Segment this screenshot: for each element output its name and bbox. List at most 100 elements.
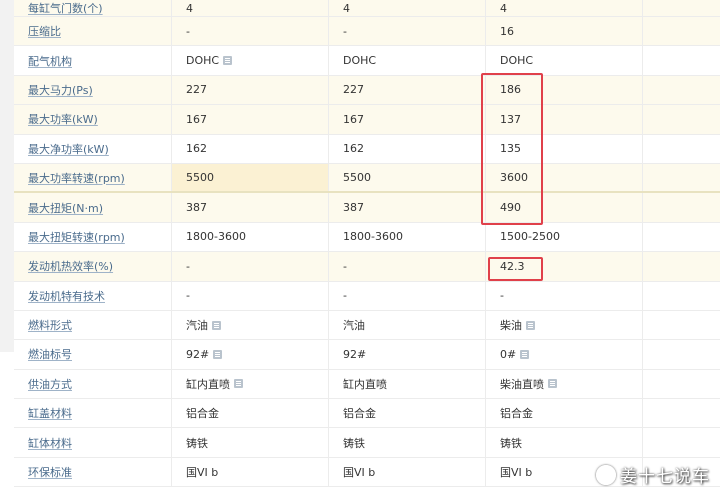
spec-value: 4 (172, 0, 329, 16)
spec-label[interactable]: 配气机构 (14, 46, 172, 75)
spec-value: 167 (329, 105, 486, 134)
spec-value: 387 (172, 193, 329, 222)
spec-label[interactable]: 供油方式 (14, 369, 172, 399)
spec-value-text: 1800-3600 (186, 230, 246, 244)
spec-value-text: 铸铁 (500, 436, 522, 450)
spec-label[interactable]: 压缩比 (14, 17, 172, 46)
info-tag-icon[interactable] (223, 56, 233, 66)
spec-value-text: - (343, 24, 347, 38)
spec-label[interactable]: 燃油标号 (14, 340, 172, 369)
spec-value-text: 135 (500, 142, 521, 156)
spec-value-text: 铸铁 (186, 436, 208, 450)
watermark-logo-icon (596, 465, 616, 485)
spec-value: - (486, 281, 643, 310)
table-row: 供油方式 缸内直喷 缸内直喷 柴油直喷 (14, 369, 720, 400)
watermark: 姜十七说车 (596, 462, 710, 487)
spec-table: 每缸气门数(个) 4 4 4 压缩比 - -16 配气机构 DOHC DOHC DOHC 最大马力(P… (14, 0, 720, 488)
info-tag-icon[interactable] (212, 320, 221, 330)
spec-value-text: - (186, 259, 190, 273)
spec-value: 国VI b (329, 457, 486, 487)
table-row: 缸盖材料 铝合金 铝合金 铝合金 (14, 399, 720, 429)
watermark-text: 姜十七说车 (620, 467, 710, 487)
table-row: 燃料形式 汽油 汽油 柴油 (14, 310, 720, 341)
info-tag-icon[interactable] (520, 349, 530, 359)
empty-column (643, 193, 720, 222)
info-tag-icon[interactable] (234, 379, 243, 389)
spec-value-text: 162 (186, 142, 207, 156)
spec-value-text: 5500 (186, 171, 214, 185)
empty-column (643, 252, 720, 281)
table-row: 最大功率(kW) 167 167 137 (14, 105, 720, 135)
spec-value-text: 186 (500, 83, 521, 97)
spec-value: - (329, 17, 486, 46)
spec-label[interactable]: 最大净功率(kW) (14, 134, 172, 163)
spec-value-text: 铸铁 (343, 436, 365, 450)
table-row: 每缸气门数(个) 4 4 4 (14, 0, 720, 17)
spec-value: 5500 (329, 163, 486, 192)
spec-label[interactable]: 最大扭矩(N·m) (14, 193, 172, 222)
info-tag-icon[interactable] (213, 349, 223, 359)
spec-value-text: 柴油直喷 (500, 377, 544, 391)
empty-column (643, 163, 720, 192)
spec-value-text: 铝合金 (343, 407, 376, 421)
spec-value-text: 国VI b (343, 466, 376, 480)
spec-value: 186 (486, 75, 643, 105)
spec-value-text: 1500-2500 (500, 230, 560, 244)
spec-label[interactable]: 发动机热效率(%) (14, 252, 172, 281)
spec-value: 缸内直喷 (329, 369, 486, 399)
empty-column (643, 340, 720, 368)
spec-label[interactable]: 环保标准 (14, 457, 172, 487)
empty-column (643, 311, 720, 339)
spec-value: 铝合金 (329, 399, 486, 428)
spec-value-text: 国VI b (500, 466, 533, 480)
spec-value: 国VI b (172, 457, 329, 487)
spec-value-text: - (186, 24, 190, 38)
empty-column (643, 223, 720, 251)
spec-value: - (172, 17, 329, 46)
table-row: 压缩比 - -16 (14, 17, 720, 47)
info-tag-icon[interactable] (526, 320, 535, 330)
spec-value-text: 92# (343, 347, 367, 361)
spec-label[interactable]: 最大扭矩转速(rpm) (14, 222, 172, 252)
empty-column (643, 135, 720, 163)
spec-value: 汽油 (172, 310, 329, 340)
empty-column (643, 105, 720, 134)
spec-label[interactable]: 发动机特有技术 (14, 281, 172, 310)
spec-label[interactable]: 每缸气门数(个) (14, 0, 172, 16)
spec-value: 92# (172, 340, 329, 369)
left-gutter (0, 0, 14, 352)
spec-label[interactable]: 最大马力(Ps) (14, 75, 172, 105)
spec-value: 1500-2500 (486, 222, 643, 252)
empty-column (643, 428, 720, 456)
spec-value-text: 3600 (500, 171, 528, 185)
spec-value: - (172, 281, 329, 310)
spec-value: DOHC (172, 46, 329, 75)
spec-value: 135 (486, 134, 643, 163)
spec-value: - (329, 281, 486, 310)
empty-column (643, 282, 720, 310)
spec-value-text: 缸内直喷 (186, 377, 230, 391)
spec-value-text: 137 (500, 112, 521, 126)
spec-value: 0# (486, 340, 643, 369)
spec-label[interactable]: 缸体材料 (14, 428, 172, 457)
spec-value-text: 16 (500, 24, 514, 38)
spec-value-text: 162 (343, 142, 364, 156)
spec-value-text: 1800-3600 (343, 230, 403, 244)
info-tag-icon[interactable] (548, 379, 557, 389)
spec-value-text: 5500 (343, 171, 371, 185)
spec-label[interactable]: 最大功率(kW) (14, 105, 172, 134)
empty-column (643, 17, 720, 46)
empty-column (643, 46, 720, 74)
spec-label[interactable]: 最大功率转速(rpm) (14, 163, 172, 192)
spec-label[interactable]: 燃料形式 (14, 310, 172, 340)
spec-label[interactable]: 缸盖材料 (14, 399, 172, 428)
spec-value-text: - (186, 289, 190, 303)
spec-value: 柴油直喷 (486, 369, 643, 399)
spec-value: 227 (329, 75, 486, 105)
table-row: 最大功率转速(rpm) 5500 5500 3600 (14, 163, 720, 194)
spec-value: 缸内直喷 (172, 369, 329, 399)
spec-value-text: 387 (343, 201, 364, 215)
spec-value-text: 227 (186, 83, 207, 97)
spec-value: 铸铁 (486, 428, 643, 457)
spec-value: 5500 (172, 163, 329, 192)
